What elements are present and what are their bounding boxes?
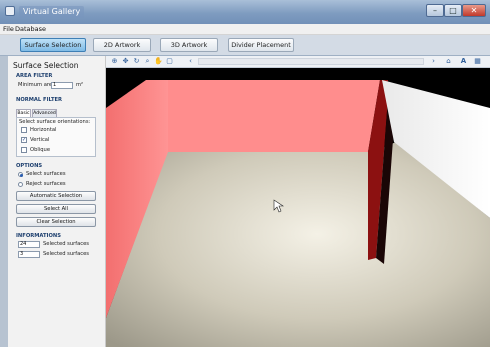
reject-surfaces-label: Reject surfaces <box>26 181 66 187</box>
fit-icon[interactable]: ▢ <box>165 57 174 66</box>
oblique-label: Oblique <box>30 147 51 153</box>
menu-file[interactable]: File <box>3 24 14 35</box>
select-icon[interactable]: ⊕ <box>110 57 119 66</box>
tab-basic[interactable]: Basic <box>16 109 31 117</box>
area-unit: m² <box>76 82 84 88</box>
horizontal-label: Horizontal <box>30 127 57 133</box>
options-heading: OPTIONS <box>16 163 43 169</box>
reject-surfaces-radio[interactable] <box>18 182 23 187</box>
oblique-checkbox[interactable] <box>21 147 27 153</box>
floor-surface <box>106 142 490 347</box>
app-icon <box>5 6 15 16</box>
tab-surface-selection[interactable]: Surface Selection <box>20 38 86 52</box>
maximize-button[interactable]: □ <box>444 4 462 17</box>
automatic-selection-button[interactable]: Automatic Selection <box>16 191 96 201</box>
info-label-1: Selected surfaces <box>43 241 90 247</box>
menu-database[interactable]: Database <box>15 24 46 35</box>
tab-2d-artwork[interactable]: 2D Artwork <box>93 38 151 52</box>
menu-bar: File Database <box>0 24 490 35</box>
3d-viewport[interactable] <box>106 68 490 347</box>
scroll-right-icon[interactable]: › <box>429 57 438 66</box>
select-surfaces-label: Select surfaces <box>26 171 66 177</box>
informations-heading: INFORMATIONS <box>16 233 61 239</box>
area-filter-heading: AREA FILTER <box>16 73 53 79</box>
orientation-prompt: Select surface orientations: <box>19 119 91 125</box>
panel-title: Surface Selection <box>13 61 79 70</box>
tab-3d-artwork[interactable]: 3D Artwork <box>160 38 218 52</box>
clear-selection-button[interactable]: Clear Selection <box>16 217 96 227</box>
info-value-1: 24 <box>18 241 40 248</box>
close-button[interactable]: ✕ <box>462 4 486 17</box>
toolbar-scroll-track[interactable] <box>198 58 424 65</box>
selected-wall-back <box>146 80 380 152</box>
camera-icon[interactable]: ⌂ <box>444 57 453 66</box>
horizontal-checkbox[interactable] <box>21 127 27 133</box>
min-area-input[interactable]: 1 <box>51 82 73 89</box>
scene-render <box>106 80 490 347</box>
info-label-2: Selected surfaces <box>43 251 90 257</box>
zoom-icon[interactable]: ⌕ <box>143 57 152 66</box>
info-value-2: 3 <box>18 251 40 258</box>
tab-divider-placement[interactable]: Divider Placement <box>228 38 294 52</box>
vertical-checkbox[interactable]: ✓ <box>21 137 27 143</box>
vertical-label: Vertical <box>30 137 50 143</box>
select-surfaces-radio[interactable] <box>18 172 23 177</box>
move-icon[interactable]: ✥ <box>121 57 130 66</box>
window-title: Virtual Gallery <box>19 6 85 18</box>
pan-icon[interactable]: ✋ <box>154 57 163 66</box>
normal-filter-heading: NORMAL FILTER <box>16 97 63 103</box>
rotate-icon[interactable]: ↻ <box>132 57 141 66</box>
grid-icon[interactable]: ▦ <box>473 57 482 66</box>
text-icon[interactable]: A <box>459 57 468 66</box>
tab-advanced[interactable]: Advanced <box>32 109 57 117</box>
minimize-button[interactable]: – <box>426 4 444 17</box>
scroll-left-icon[interactable]: ‹ <box>186 57 195 66</box>
select-all-button[interactable]: Select All <box>16 204 96 214</box>
tab-bar: Surface Selection 2D Artwork 3D Artwork … <box>0 35 490 56</box>
